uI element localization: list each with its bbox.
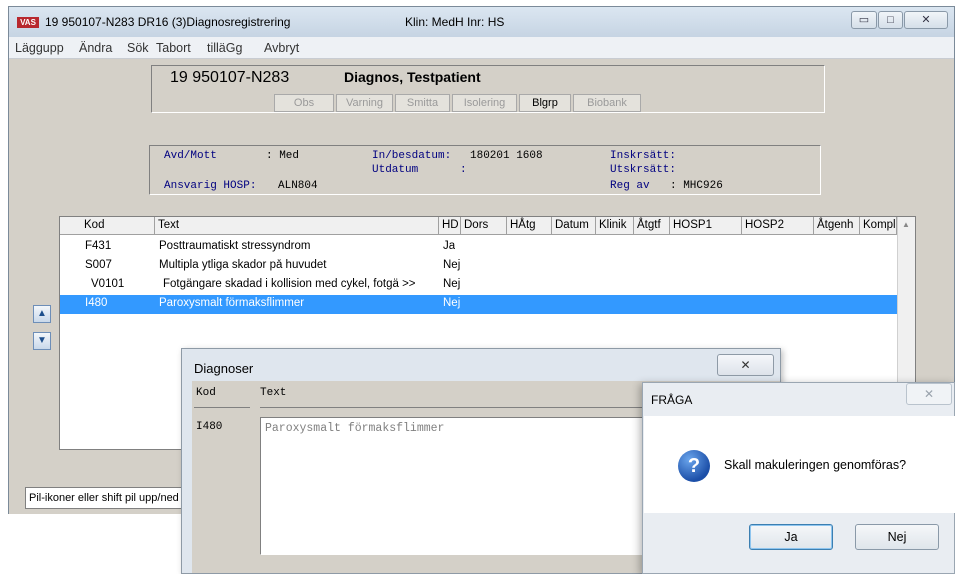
diagnoser-text-value: Paroxysmalt förmaksflimmer xyxy=(265,422,445,435)
patient-id: 19 950107-N283 xyxy=(170,69,290,86)
table-row-selected[interactable]: I480 Paroxysmalt förmaksflimmer Nej xyxy=(60,295,898,314)
minimize-button[interactable]: ▭ xyxy=(851,11,877,29)
biobank-button[interactable]: Biobank xyxy=(573,94,641,112)
col-klinik[interactable]: Klinik xyxy=(596,217,634,235)
ut-value: : xyxy=(460,164,467,176)
in-label: In/besdatum: xyxy=(372,150,452,162)
ansv-value: ALN804 xyxy=(278,180,318,192)
row-hd: Nej xyxy=(443,278,461,290)
row-text: Fotgängare skadad i kollision med cykel,… xyxy=(163,278,416,290)
chevron-up-icon: ▲ xyxy=(37,308,47,319)
col-datum[interactable]: Datum xyxy=(552,217,596,235)
avd-label: Avd/Mott xyxy=(164,150,217,162)
table-row[interactable]: V0101 Fotgängare skadad i kollision med … xyxy=(60,276,898,295)
row-text: Multipla ytliga skador på huvudet xyxy=(159,259,327,271)
diagnoser-close-button[interactable]: ✕ xyxy=(717,354,774,376)
col-dors[interactable]: Dors xyxy=(461,217,507,235)
fraga-close-button[interactable]: ✕ xyxy=(906,383,952,405)
fraga-title: FRÅGA xyxy=(651,393,693,407)
ut-label: Utdatum xyxy=(372,164,419,176)
row-hd: Nej xyxy=(443,297,461,309)
row-text: Paroxysmalt förmaksflimmer xyxy=(159,297,305,309)
row-down-button[interactable]: ▼ xyxy=(33,332,51,350)
patient-name: Diagnos, Testpatient xyxy=(344,69,481,85)
fraga-dialog: FRÅGA ✕ ? Skall makuleringen genomföras?… xyxy=(642,382,955,574)
app-icon: VAS xyxy=(17,17,39,28)
diagnoser-kod-header: Kod xyxy=(196,387,216,399)
question-icon: ? xyxy=(678,450,710,482)
patient-header: 19 950107-N283 Diagnos, Testpatient Obs … xyxy=(151,65,825,113)
col-atgenh[interactable]: Åtgenh xyxy=(814,217,860,235)
scroll-up-icon: ▲ xyxy=(902,220,910,229)
varning-button[interactable]: Varning xyxy=(336,94,393,112)
menu-bar: Läggupp Ändra Sök Tabort tilläGg Avbryt xyxy=(9,37,954,59)
admission-info: Avd/Mott : Med In/besdatum: 180201 1608 … xyxy=(149,145,821,195)
row-kod: I480 xyxy=(85,297,108,309)
col-hatg[interactable]: HÅtg xyxy=(507,217,552,235)
blgrp-button[interactable]: Blgrp xyxy=(519,94,571,112)
inskr-label: Inskrsätt: xyxy=(610,150,677,162)
obs-button[interactable]: Obs xyxy=(274,94,334,112)
close-icon: ✕ xyxy=(921,14,931,26)
title-bar: VAS 19 950107-N283 DR16 (3)Diagnosregist… xyxy=(9,7,954,37)
row-hd: Ja xyxy=(443,240,456,252)
isolering-button[interactable]: Isolering xyxy=(452,94,517,112)
col-kod[interactable]: Kod xyxy=(81,217,155,235)
close-icon: ✕ xyxy=(740,358,751,372)
maximize-button[interactable]: □ xyxy=(878,11,903,29)
table-row[interactable]: F431 Posttraumatiskt stressyndrom Ja xyxy=(60,238,898,257)
close-button[interactable]: ✕ xyxy=(904,11,948,29)
col-kompl[interactable]: Kompl xyxy=(860,217,897,235)
col-hosp1[interactable]: HOSP1 xyxy=(670,217,742,235)
window-klinik: Klin: MedH Inr: HS xyxy=(405,15,505,29)
minimize-icon: ▭ xyxy=(858,14,870,26)
row-up-button[interactable]: ▲ xyxy=(33,305,51,323)
menu-sok[interactable]: Sök xyxy=(127,41,149,55)
no-button[interactable]: Nej xyxy=(855,524,939,550)
diagnoser-kod-value: I480 xyxy=(196,421,223,433)
yes-button[interactable]: Ja xyxy=(749,524,833,550)
close-icon: ✕ xyxy=(923,387,935,401)
menu-andra[interactable]: Ändra xyxy=(79,41,112,55)
col-hd[interactable]: HD xyxy=(439,217,461,235)
chevron-down-icon: ▼ xyxy=(37,335,47,346)
window-title: 19 950107-N283 DR16 (3)Diagnosregistreri… xyxy=(45,15,291,29)
row-kod: V0101 xyxy=(91,278,125,290)
row-kod: S007 xyxy=(85,259,112,271)
col-atgtf[interactable]: Åtgtf xyxy=(634,217,670,235)
ansv-label: Ansvarig HOSP: xyxy=(164,180,257,192)
fraga-message: Skall makuleringen genomföras? xyxy=(724,458,907,472)
menu-tabort[interactable]: Tabort xyxy=(156,41,191,55)
maximize-icon: □ xyxy=(887,14,894,26)
col-text[interactable]: Text xyxy=(155,217,439,235)
divider xyxy=(194,407,250,408)
table-row[interactable]: S007 Multipla ytliga skador på huvudet N… xyxy=(60,257,898,276)
in-value: 180201 1608 xyxy=(470,150,543,162)
status-bar: Pil-ikoner eller shift pil upp/ned xyxy=(25,487,195,509)
diagnoser-title: Diagnoser xyxy=(194,361,254,376)
fraga-body: ? Skall makuleringen genomföras? xyxy=(644,416,955,513)
regav-value: : MHC926 xyxy=(670,180,723,192)
row-text: Posttraumatiskt stressyndrom xyxy=(159,240,311,252)
menu-tillagg[interactable]: tilläGg xyxy=(207,41,242,55)
diagnoser-text-header: Text xyxy=(260,387,287,399)
smitta-button[interactable]: Smitta xyxy=(395,94,450,112)
col-hosp2[interactable]: HOSP2 xyxy=(742,217,814,235)
grid-header: Kod Text HD Dors HÅtg Datum Klinik Åtgtf… xyxy=(60,217,915,235)
menu-avbryt[interactable]: Avbryt xyxy=(264,41,299,55)
menu-laggupp[interactable]: Läggupp xyxy=(15,41,64,55)
avd-value: : Med xyxy=(266,150,300,162)
regav-label: Reg av xyxy=(610,180,650,192)
row-hd: Nej xyxy=(443,259,461,271)
utskr-label: Utskrsätt: xyxy=(610,164,677,176)
row-kod: F431 xyxy=(85,240,112,252)
